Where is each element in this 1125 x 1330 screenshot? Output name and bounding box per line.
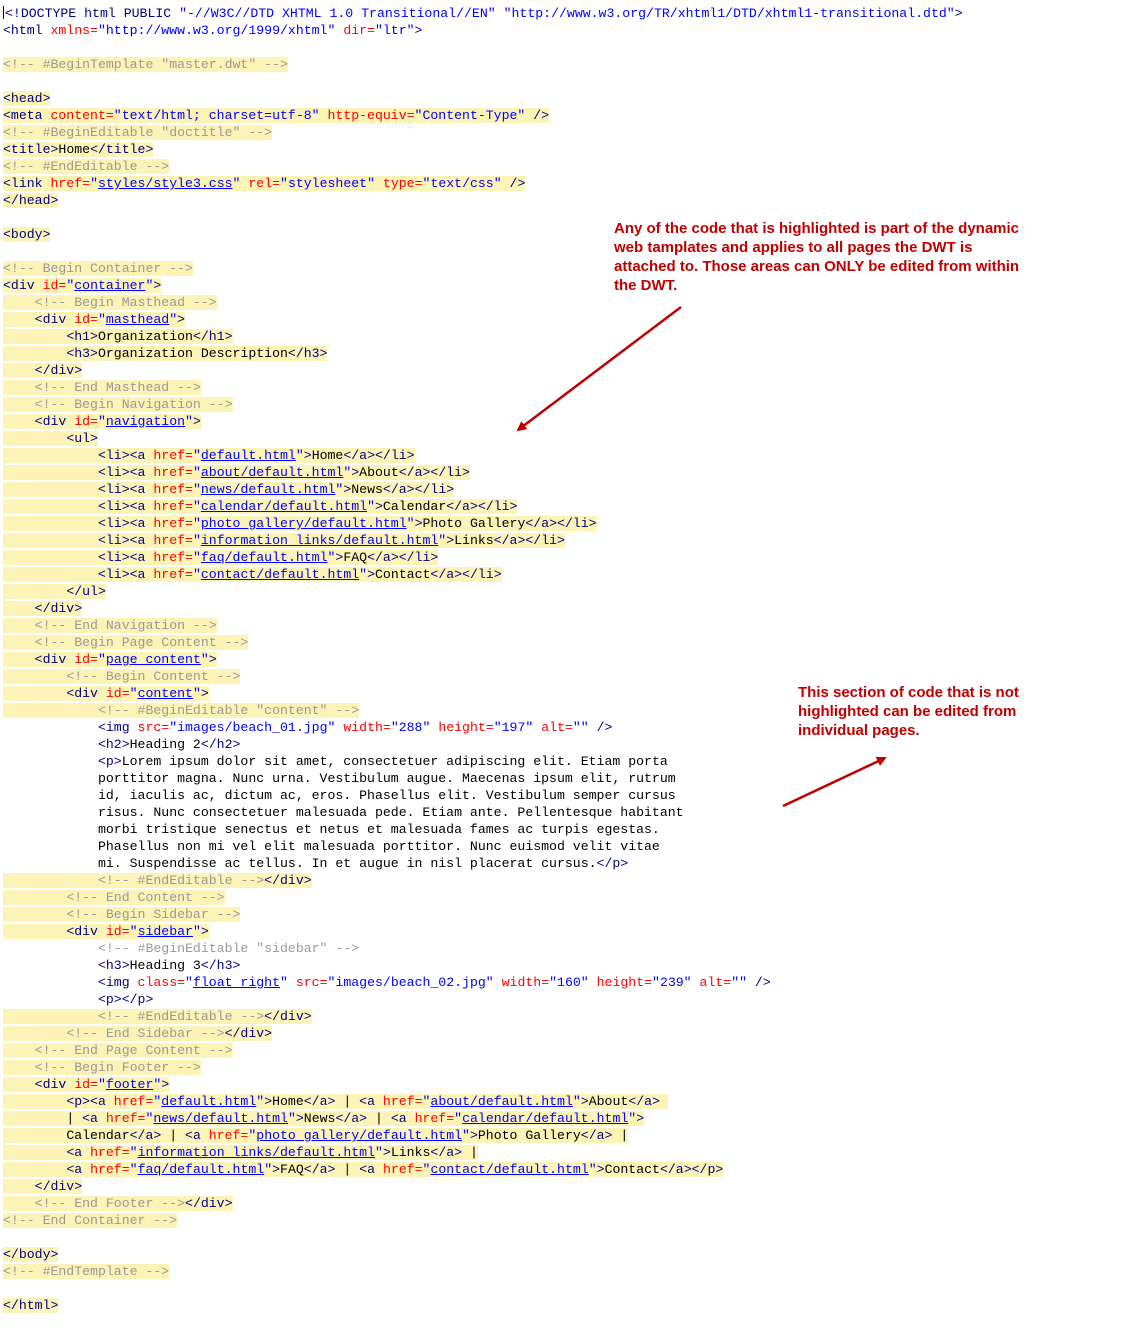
arrow-to-highlighted-code (516, 306, 682, 432)
annotation-arrows (516, 306, 887, 808)
arrow-to-editable-code (782, 756, 887, 808)
